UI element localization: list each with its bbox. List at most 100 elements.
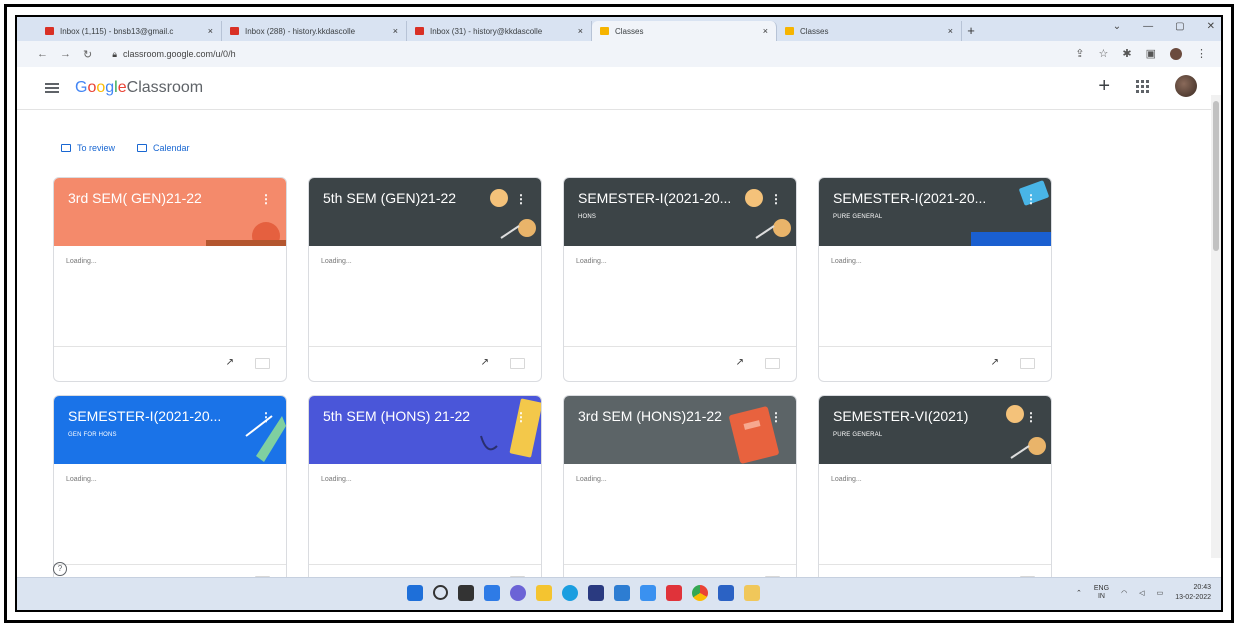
close-tab-icon[interactable]: × <box>578 26 583 36</box>
browser-tab-3[interactable]: Inbox (31) - history@kkdascolle × <box>407 21 592 41</box>
sidepanel-icon[interactable]: ▣ <box>1146 47 1156 60</box>
help-icon[interactable]: ? <box>53 562 67 576</box>
trending-icon[interactable]: ↗ <box>991 357 999 368</box>
app-icon[interactable] <box>640 585 656 601</box>
url-field[interactable]: 🔒︎ classroom.google.com/u/0/h <box>112 49 235 60</box>
more-options-icon[interactable]: ⋮ <box>260 192 272 206</box>
browser-tab-2[interactable]: Inbox (288) - history.kkdascolle × <box>222 21 407 41</box>
chat-icon[interactable] <box>510 585 526 601</box>
class-card[interactable]: SEMESTER-VI(2021) PURE GENERAL ⋮ Loading… <box>818 395 1052 600</box>
class-cards-grid: 3rd SEM( GEN)21-22 ⋮ Loading... ↗ 5th SE… <box>53 177 1052 600</box>
windows-start-icon[interactable] <box>407 585 423 601</box>
card-footer: ↗ <box>819 346 1051 381</box>
trending-icon[interactable]: ↗ <box>226 357 234 368</box>
trending-icon[interactable]: ↗ <box>736 357 744 368</box>
account-avatar[interactable] <box>1175 75 1197 97</box>
classroom-header: Google Classroom + <box>17 67 1211 110</box>
class-card-banner[interactable]: SEMESTER-I(2021-20... GEN FOR HONS ⋮ <box>54 396 286 464</box>
google-classroom-logo[interactable]: Google Classroom <box>75 79 203 97</box>
gmail-icon <box>230 27 239 35</box>
store-icon[interactable] <box>588 585 604 601</box>
more-options-icon[interactable]: ⋮ <box>515 192 527 206</box>
close-tab-icon[interactable]: × <box>763 26 768 36</box>
banner-illustration <box>206 222 286 246</box>
browser-tab-4[interactable]: Classes × <box>592 21 777 41</box>
forward-icon[interactable]: → <box>60 48 71 61</box>
class-card-banner[interactable]: SEMESTER-I(2021-20... PURE GENERAL ⋮ <box>819 178 1051 246</box>
close-tab-icon[interactable]: × <box>393 26 398 36</box>
google-apps-icon[interactable] <box>1136 79 1149 93</box>
to-review-link[interactable]: To review <box>61 143 115 153</box>
share-icon[interactable]: ⇪ <box>1075 47 1084 60</box>
scrollbar-thumb[interactable] <box>1213 101 1219 251</box>
browser-tab-5[interactable]: Classes × <box>777 21 962 41</box>
more-options-icon[interactable]: ⋮ <box>1025 192 1037 206</box>
more-options-icon[interactable]: ⋮ <box>515 410 527 424</box>
class-card[interactable]: 3rd SEM (HONS)21-22 ⋮ Loading... ↗ <box>563 395 797 600</box>
class-card[interactable]: SEMESTER-I(2021-20... GEN FOR HONS ⋮ Loa… <box>53 395 287 600</box>
folder-icon[interactable] <box>765 358 780 369</box>
banner-illustration <box>745 189 791 239</box>
language-indicator[interactable]: ENG IN <box>1094 585 1109 601</box>
windows-taskbar: ⌃ ENG IN ◠ ◁ ▭ 20:43 13-02-2022 <box>17 577 1221 610</box>
close-tab-icon[interactable]: × <box>948 26 953 36</box>
reload-icon[interactable]: ↻ <box>83 48 92 61</box>
close-window-icon[interactable]: ✕ <box>1207 21 1215 32</box>
widgets-icon[interactable] <box>484 585 500 601</box>
class-card[interactable]: 5th SEM (HONS) 21-22 ⋮ Loading... ↗ <box>308 395 542 600</box>
class-card[interactable]: SEMESTER-I(2021-20... PURE GENERAL ⋮ Loa… <box>818 177 1052 382</box>
class-card[interactable]: 5th SEM (GEN)21-22 ⋮ Loading... ↗ <box>308 177 542 382</box>
edge-icon[interactable] <box>562 585 578 601</box>
minimize-icon[interactable]: — <box>1143 21 1153 32</box>
card-loading-text: Loading... <box>321 476 352 483</box>
new-tab-button[interactable]: + <box>962 21 980 41</box>
folder-icon[interactable] <box>510 358 525 369</box>
screenshot-frame: Inbox (1,115) - bnsb13@gmail.c × Inbox (2… <box>4 4 1234 623</box>
word-icon[interactable] <box>718 585 734 601</box>
banner-illustration <box>729 406 779 464</box>
page-scrollbar[interactable] <box>1211 95 1221 558</box>
google-wordmark: Google <box>75 79 127 96</box>
maximize-icon[interactable]: ▢ <box>1175 21 1184 32</box>
hamburger-menu-icon[interactable] <box>45 83 59 93</box>
back-icon[interactable]: ← <box>37 48 48 61</box>
class-card-banner[interactable]: SEMESTER-VI(2021) PURE GENERAL ⋮ <box>819 396 1051 464</box>
class-card-banner[interactable]: 3rd SEM (HONS)21-22 ⋮ <box>564 396 796 464</box>
class-card-banner[interactable]: 5th SEM (HONS) 21-22 ⋮ <box>309 396 541 464</box>
folder-icon[interactable] <box>1020 358 1035 369</box>
taskview-icon[interactable] <box>458 585 474 601</box>
close-tab-icon[interactable]: × <box>208 26 213 36</box>
browser-tab-1[interactable]: Inbox (1,115) - bnsb13@gmail.c × <box>37 21 222 41</box>
wifi-icon[interactable]: ◠ <box>1121 589 1127 597</box>
photos-icon[interactable] <box>614 585 630 601</box>
chevron-up-icon[interactable]: ⌃ <box>1076 589 1082 597</box>
search-icon[interactable] <box>433 585 448 600</box>
trending-icon[interactable]: ↗ <box>481 357 489 368</box>
class-card-banner[interactable]: 3rd SEM( GEN)21-22 ⋮ <box>54 178 286 246</box>
file-explorer-icon[interactable] <box>536 585 552 601</box>
class-card-banner[interactable]: SEMESTER-I(2021-20... HONS ⋮ <box>564 178 796 246</box>
chrome-icon[interactable] <box>692 585 708 601</box>
class-card[interactable]: 3rd SEM( GEN)21-22 ⋮ Loading... ↗ <box>53 177 287 382</box>
calendar-link[interactable]: Calendar <box>137 143 190 153</box>
more-options-icon[interactable]: ⋮ <box>770 192 782 206</box>
more-options-icon[interactable]: ⋮ <box>1025 410 1037 424</box>
mi-icon[interactable] <box>666 585 682 601</box>
more-options-icon[interactable]: ⋮ <box>260 410 272 424</box>
profile-avatar[interactable] <box>1170 47 1182 60</box>
battery-icon[interactable]: ▭ <box>1157 589 1164 597</box>
bookmark-star-icon[interactable]: ☆ <box>1099 47 1109 60</box>
class-card[interactable]: SEMESTER-I(2021-20... HONS ⋮ Loading... … <box>563 177 797 382</box>
volume-icon[interactable]: ◁ <box>1139 589 1144 597</box>
more-options-icon[interactable]: ⋮ <box>770 410 782 424</box>
clock[interactable]: 20:43 13-02-2022 <box>1175 583 1211 603</box>
browser-menu-icon[interactable]: ⋮ <box>1196 47 1207 60</box>
extensions-icon[interactable]: ✱ <box>1122 47 1131 60</box>
gmail-icon <box>415 27 424 35</box>
class-card-banner[interactable]: 5th SEM (GEN)21-22 ⋮ <box>309 178 541 246</box>
paint-icon[interactable] <box>744 585 760 601</box>
folder-icon[interactable] <box>255 358 270 369</box>
create-join-class-button[interactable]: + <box>1098 76 1110 96</box>
tab-search-icon[interactable]: ⌄ <box>1113 21 1121 32</box>
card-loading-text: Loading... <box>576 258 607 265</box>
